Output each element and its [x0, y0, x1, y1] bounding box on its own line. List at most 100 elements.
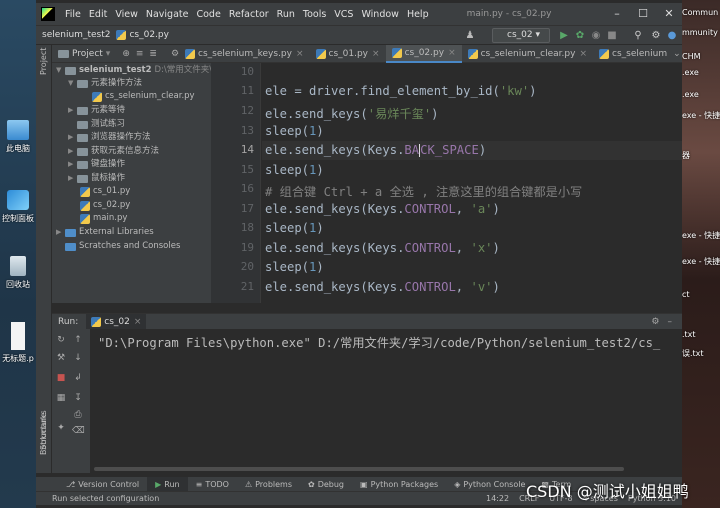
print-icon[interactable]: ⎙ [72, 409, 84, 421]
tree-folder[interactable]: ▶ 键盘操作 [68, 158, 125, 171]
chevron-right-icon[interactable]: ▶ [68, 158, 77, 171]
chevron-down-icon[interactable]: ▼ [56, 64, 65, 77]
editor-tab-active[interactable]: cs_02.py × [385, 44, 462, 63]
close-icon[interactable]: × [296, 49, 304, 59]
desktop-icon-recycle-bin[interactable]: 回收站 [0, 256, 36, 290]
tree-folder[interactable]: ▶ 鼠标操作 [68, 172, 125, 185]
code-line[interactable]: ele.send_keys(Keys.CONTROL, 'v') [265, 280, 500, 294]
debug-icon[interactable]: ✿ [574, 29, 586, 42]
caret-position[interactable]: 14:22 [486, 492, 509, 506]
code-line[interactable]: ele.send_keys(Keys.CONTROL, 'a') [265, 202, 500, 216]
scroll-down-icon[interactable]: ↓ [72, 352, 84, 364]
run-tab[interactable]: cs_02 × [86, 313, 147, 330]
tree-folder[interactable]: ▶ 浏览器操作方法 [68, 131, 151, 144]
tool-tab-python-console[interactable]: ◈ Python Console [446, 477, 533, 491]
tree-folder[interactable]: ▼ 元素操作方法 [68, 77, 142, 90]
close-button[interactable]: ✕ [656, 3, 682, 25]
stop-icon[interactable]: ■ [55, 372, 67, 384]
close-icon[interactable]: × [448, 48, 456, 58]
expand-all-icon[interactable]: ≣ [149, 49, 157, 59]
collapse-all-icon[interactable]: ≡ [136, 49, 144, 59]
coverage-icon[interactable]: ◉ [590, 29, 602, 42]
run-console[interactable]: "D:\Program Files\python.exe" D:/常用文件夹/学… [90, 329, 682, 473]
menu-vcs[interactable]: VCS [330, 9, 357, 20]
tool-tab-debug[interactable]: ✿ Debug [300, 477, 352, 491]
locate-icon[interactable]: ⊕ [122, 49, 130, 59]
code-line[interactable]: ele = driver.find_element_by_id('kw') [265, 84, 537, 98]
scroll-to-end-icon[interactable]: ↧ [72, 392, 84, 404]
tool-tab-version-control[interactable]: ⎇ Version Control [58, 477, 147, 491]
user-icon[interactable]: ♟ [464, 29, 476, 42]
gear-icon[interactable]: ⚙ [650, 29, 662, 42]
desktop-icon-this-pc[interactable]: 此电脑 [0, 120, 36, 154]
wrench-icon[interactable]: ⚒ [55, 352, 67, 364]
menu-edit[interactable]: Edit [85, 9, 111, 20]
menu-view[interactable]: View [111, 9, 142, 20]
minimize-button[interactable]: – [604, 3, 630, 25]
code-line[interactable]: sleep(1) [265, 260, 324, 274]
run-config-select[interactable]: cs_02 ▾ [492, 28, 550, 43]
project-view-select[interactable]: Project [72, 49, 103, 59]
menu-code[interactable]: Code [192, 9, 224, 20]
breadcrumb-project[interactable]: selenium_test2 [36, 30, 110, 40]
maximize-button[interactable]: ☐ [630, 3, 656, 25]
code-editor[interactable]: ele = driver.find_element_by_id('kw') el… [262, 63, 682, 303]
menu-file[interactable]: File [61, 9, 85, 20]
stop-icon[interactable]: ■ [606, 29, 618, 42]
chevron-right-icon[interactable]: ▶ [68, 145, 77, 158]
tree-file[interactable]: main.py [80, 212, 127, 225]
code-line[interactable]: sleep(1) [265, 163, 324, 177]
tree-file[interactable]: cs_02.py [80, 199, 130, 212]
code-comment[interactable]: # 组合键 Ctrl + a 全选 , 注意这里的组合键都是小写 [265, 182, 582, 200]
gear-icon[interactable]: ⚙ [171, 49, 179, 59]
project-tool-tab[interactable]: Project [39, 48, 48, 75]
tree-folder[interactable]: ▶ 获取元素信息方法 [68, 145, 159, 158]
code-line[interactable]: ele.send_keys('易烊千玺') [265, 104, 439, 122]
chevron-down-icon[interactable]: ▼ [68, 77, 77, 90]
tool-tab-python-packages[interactable]: ▣ Python Packages [352, 477, 446, 491]
pin-icon[interactable]: ✦ [55, 422, 67, 434]
tree-folder[interactable]: 测试练习 [77, 118, 125, 131]
code-line[interactable]: ele.send_keys(Keys.CONTROL, 'x') [265, 241, 500, 255]
layout-icon[interactable]: ▦ [55, 392, 67, 404]
ide-features-icon[interactable]: ● [666, 29, 678, 42]
code-line[interactable]: ele.send_keys(Keys.BACK_SPACE) [265, 143, 486, 157]
rerun-icon[interactable]: ↻ [55, 334, 67, 346]
chevron-down-icon[interactable]: ▾ [106, 49, 111, 59]
menu-help[interactable]: Help [403, 9, 433, 20]
desktop-icon-control-panel[interactable]: 控制面板 [0, 190, 36, 224]
tool-tab-todo[interactable]: ≡ TODO [188, 477, 237, 491]
menu-tools[interactable]: Tools [299, 9, 330, 20]
close-icon[interactable]: × [579, 49, 587, 59]
tree-file[interactable]: cs_selenium_clear.py [92, 90, 195, 103]
tabs-dropdown-icon[interactable]: ⌄ [673, 49, 681, 59]
minimize-panel-icon[interactable]: – [668, 317, 673, 327]
bookmarks-tool-tab[interactable]: Bookmarks [39, 410, 48, 455]
editor-tab[interactable]: cs_selenium_keys.py × [179, 45, 309, 63]
gear-icon[interactable]: ⚙ [651, 317, 659, 327]
tree-scratches[interactable]: Scratches and Consoles [65, 240, 180, 253]
search-icon[interactable]: ⚲ [632, 29, 644, 42]
horizontal-scrollbar[interactable] [94, 467, 624, 471]
tree-file[interactable]: cs_01.py [80, 185, 130, 198]
scroll-up-icon[interactable]: ↑ [72, 334, 84, 346]
code-line[interactable]: sleep(1) [265, 221, 324, 235]
chevron-right-icon[interactable]: ▶ [56, 226, 65, 239]
menu-window[interactable]: Window [357, 9, 402, 20]
soft-wrap-icon[interactable]: ↲ [72, 372, 84, 384]
trash-icon[interactable]: ⌫ [72, 425, 85, 437]
chevron-right-icon[interactable]: ▶ [68, 104, 77, 117]
editor-tab[interactable]: cs_selenium [593, 45, 673, 63]
chevron-right-icon[interactable]: ▶ [68, 131, 77, 144]
tree-root[interactable]: ▼ selenium_test2D:\常用文件夹\学习 [56, 64, 211, 77]
close-icon[interactable]: × [372, 49, 380, 59]
code-line[interactable]: sleep(1) [265, 124, 324, 138]
tool-tab-run[interactable]: ▶ Run [147, 477, 188, 491]
editor-tab[interactable]: cs_01.py × [310, 45, 386, 63]
breadcrumb-file[interactable]: cs_02.py [110, 30, 169, 40]
tree-external-libraries[interactable]: ▶ External Libraries [56, 226, 154, 239]
close-icon[interactable]: × [134, 317, 142, 327]
menu-navigate[interactable]: Navigate [142, 9, 193, 20]
desktop-icon-untitled[interactable]: 无标题.p [0, 322, 36, 364]
menu-refactor[interactable]: Refactor [225, 9, 273, 20]
